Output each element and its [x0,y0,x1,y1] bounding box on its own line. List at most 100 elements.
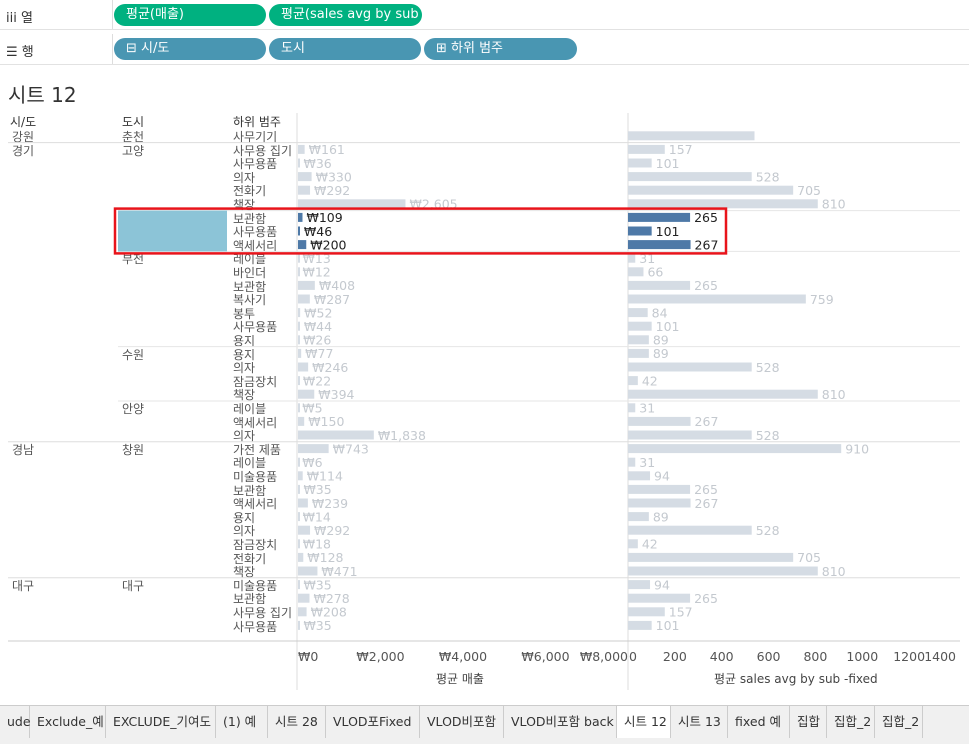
avg-data-label: 910 [845,441,869,456]
avg-bar [628,403,636,413]
avg-tick-label: 800 [803,649,827,664]
avg-bar [628,348,649,358]
tab-1[interactable]: Exclude_예 [30,706,106,738]
sales-bar [298,593,310,603]
sales-bar [298,471,303,481]
sheet-tabs: ude Exclude_예 EXCLUDE_기여도 (1) 예 시트 28 VLOD포Fi… [0,705,969,744]
avg-data-label: 528 [756,428,780,443]
avg-tick-label: 1000 [846,649,878,664]
avg-axis-title: 평균 sales avg by sub -fixed [714,672,878,686]
avg-data-label: 42 [642,537,658,552]
avg-data-label: 528 [756,169,780,184]
sales-bar [298,144,305,154]
sales-bar [298,172,312,182]
avg-bar [628,185,794,195]
sales-bar [298,566,318,576]
avg-bar [628,240,691,250]
tab-0[interactable]: ude [0,706,31,738]
avg-bar [628,321,652,331]
sales-bar [298,389,315,399]
sales-bar [298,280,315,290]
avg-bar [628,172,752,182]
sales-bar [298,444,329,454]
avg-tick-label: 1200 [893,649,925,664]
sales-bar [298,362,309,372]
sales-bar [298,498,308,508]
avg-bar [628,389,818,399]
avg-bar [628,498,691,508]
sales-bar [298,512,300,522]
highlight-city-cell [118,210,227,252]
sales-tick-label: ₩6,000 [521,649,569,664]
avg-data-label: 528 [756,523,780,538]
avg-bar [628,362,752,372]
avg-bar [628,484,691,494]
avg-bar [628,335,649,345]
sales-bar [298,240,307,250]
tab-5[interactable]: VLOD포Fixed [326,706,420,738]
avg-bar [628,607,665,617]
tab-8[interactable]: 시트 12 [617,706,671,738]
avg-data-label: 810 [822,197,846,212]
tab-3[interactable]: (1) 예 [216,706,268,738]
avg-tick-label: 200 [663,649,687,664]
tab-10[interactable]: fixed 예 [728,706,790,738]
avg-data-label: 528 [756,360,780,375]
sales-bar [298,484,300,494]
tab-13[interactable]: 집합_2 [875,706,923,738]
avg-bar [628,294,806,304]
avg-bar [628,416,691,426]
sales-bar [298,376,300,386]
sales-bar [298,199,406,209]
avg-tick-label: 400 [710,649,734,664]
avg-bar [628,471,651,481]
avg-bar [628,512,649,522]
avg-tick-label: 600 [757,649,781,664]
sales-bar [298,620,300,630]
sales-bar [298,185,311,195]
sales-bar [298,267,300,277]
tab-6[interactable]: VLOD비포함 [420,706,504,738]
tab-9[interactable]: 시트 13 [671,706,728,738]
sales-bar [298,457,300,467]
avg-data-label: 267 [695,237,719,252]
avg-data-label: 89 [653,346,669,361]
avg-bar [628,444,842,454]
bar-chart: ₩161 157₩36 101₩330 528₩292 705₩2,605 810₩109… [8,113,960,690]
sales-tick-label: ₩2,000 [356,649,404,664]
sales-bar [298,580,300,590]
tab-4[interactable]: 시트 28 [268,706,326,738]
avg-bar [628,552,794,562]
avg-bar [628,539,638,549]
avg-data-label: 705 [797,183,821,198]
avg-data-label: 267 [695,414,719,429]
sales-bar [298,525,311,535]
avg-data-label: 101 [656,224,680,239]
avg-data-label: 101 [656,618,680,633]
sales-bar [298,321,300,331]
avg-bar [628,525,752,535]
avg-data-label: 759 [810,292,834,307]
tab-2[interactable]: EXCLUDE_기여도 [106,706,216,738]
sales-bar [298,607,307,617]
sales-bar [298,294,310,304]
tab-12[interactable]: 집합_2 [827,706,875,738]
sales-bar [298,539,300,549]
avg-bar [628,308,648,318]
sales-data-label: ₩150 [308,414,344,429]
tab-7[interactable]: VLOD비포함 back [504,706,617,738]
tab-11[interactable]: 집합 [790,706,827,738]
avg-bar [628,226,652,236]
avg-bar [628,253,636,263]
sales-bar [298,212,303,222]
avg-data-label: 705 [797,550,821,565]
avg-data-label: 810 [822,564,846,579]
sales-data-label: ₩394 [318,387,354,402]
avg-data-label: 101 [656,156,680,171]
avg-data-label: 31 [639,401,655,416]
sales-bar [298,335,300,345]
sales-bar [298,403,300,413]
sales-data-label: ₩1,838 [378,428,426,443]
avg-data-label: 265 [694,278,718,293]
avg-bar [628,158,652,168]
